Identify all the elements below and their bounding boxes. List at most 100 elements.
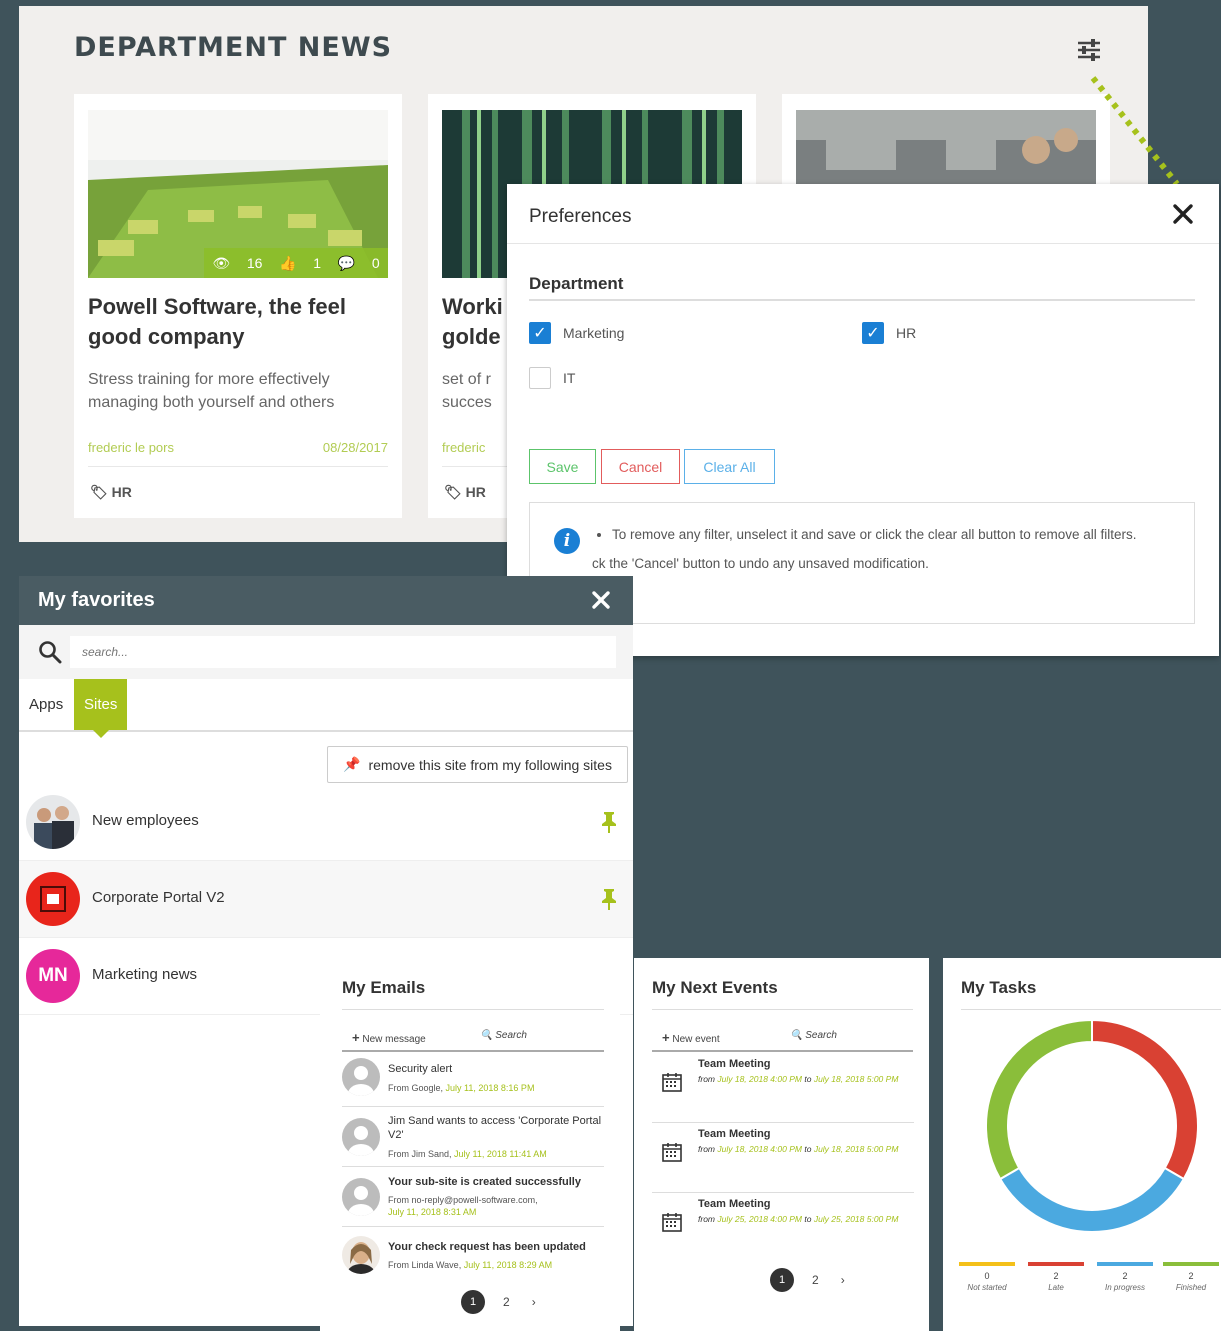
event-date: from July 18, 2018 4:00 PM to July 18, 2…: [698, 1144, 908, 1155]
clear-all-button[interactable]: Clear All: [684, 449, 775, 484]
page-1[interactable]: 1: [461, 1290, 485, 1314]
site-name[interactable]: New employees: [92, 812, 199, 829]
checkbox-unchecked-icon[interactable]: [529, 367, 551, 389]
new-event-button[interactable]: + New event: [662, 1030, 720, 1045]
legend-in-progress: 2 In progress: [1095, 1262, 1155, 1292]
widget-title: My Tasks: [961, 978, 1037, 997]
event-title: Team Meeting: [698, 1198, 771, 1210]
list-item[interactable]: Security alert From Google, July 11, 201…: [342, 1058, 604, 1107]
donut-slice-finished[interactable]: [985, 1018, 1093, 1181]
site-name[interactable]: Corporate Portal V2: [92, 889, 225, 906]
legend-label: Not started: [967, 1283, 1007, 1292]
legend-label: Late: [1048, 1283, 1064, 1292]
tag-label: HR: [111, 484, 132, 500]
event-from-word: from: [698, 1144, 715, 1154]
legend-count: 2: [1188, 1271, 1194, 1281]
next-page-icon[interactable]: ›: [532, 1295, 536, 1309]
email-sender: From Jim Sand,: [388, 1149, 452, 1159]
email-sender: From Linda Wave,: [388, 1260, 462, 1270]
list-item[interactable]: Team Meeting from July 25, 2018 4:00 PM …: [652, 1192, 914, 1262]
email-subject: Security alert: [388, 1063, 453, 1075]
pin-icon[interactable]: [601, 811, 617, 833]
cancel-button[interactable]: Cancel: [601, 449, 680, 484]
news-card-title[interactable]: Worki golde: [442, 292, 503, 352]
save-button[interactable]: Save: [529, 449, 596, 484]
news-title: DEPARTMENT NEWS: [74, 32, 393, 63]
pagination: 1 2 ›: [770, 1268, 845, 1292]
list-item[interactable]: Your sub-site is created successfully Fr…: [342, 1168, 604, 1227]
avatar: [342, 1058, 380, 1096]
page-2[interactable]: 2: [503, 1295, 510, 1309]
legend-color-late: [1028, 1262, 1084, 1266]
checkbox-it[interactable]: IT: [529, 367, 575, 389]
search-label: Search: [805, 1030, 837, 1041]
legend-label: In progress: [1104, 1283, 1146, 1292]
tab-apps[interactable]: Apps: [19, 679, 73, 730]
my-next-events-widget: My Next Events + New event 🔍 Search Team…: [634, 958, 929, 1331]
tag-icon: 🏷: [90, 484, 112, 500]
legend-count: 2: [1053, 1271, 1059, 1281]
close-icon[interactable]: [1171, 202, 1195, 226]
legend-label: Finished: [1175, 1283, 1207, 1292]
favorites-header: My favorites: [19, 576, 633, 625]
legend-not-started: 0 Not started: [957, 1262, 1017, 1292]
news-card-author[interactable]: frederic: [442, 440, 485, 455]
list-item[interactable]: New employees: [19, 784, 633, 861]
tab-sites[interactable]: Sites: [74, 679, 128, 738]
like-icon: 👍: [279, 254, 297, 271]
donut-slice-late[interactable]: [1091, 1018, 1199, 1181]
list-item[interactable]: Team Meeting from July 18, 2018 4:00 PM …: [652, 1122, 914, 1193]
dotted-connector: [1090, 76, 1180, 186]
list-item[interactable]: Jim Sand wants to access 'Corporate Port…: [342, 1108, 604, 1167]
event-to-word: to: [804, 1074, 812, 1084]
remove-site-label: remove this site from my following sites: [368, 756, 612, 773]
views-count: 16: [246, 255, 263, 271]
avatar: MN: [26, 949, 80, 1003]
list-item[interactable]: Your check request has been updated From…: [342, 1228, 604, 1278]
search-icon: 🔍: [790, 1030, 803, 1041]
checkbox-checked-icon[interactable]: ✓: [529, 322, 551, 344]
event-end: July 18, 2018 5:00 PM: [813, 1074, 899, 1084]
list-item[interactable]: Corporate Portal V2: [19, 861, 633, 938]
email-date: July 11, 2018 8:29 AM: [463, 1260, 553, 1270]
page-1[interactable]: 1: [770, 1268, 794, 1292]
site-name[interactable]: Marketing news: [92, 966, 197, 983]
new-message-button[interactable]: + New message: [352, 1030, 426, 1045]
close-icon[interactable]: [591, 590, 611, 610]
email-date: July 11, 2018 11:41 AM: [454, 1149, 547, 1159]
info-icon: i: [554, 528, 580, 554]
event-to-word: to: [804, 1214, 812, 1224]
pin-icon[interactable]: [601, 888, 617, 910]
search-button[interactable]: 🔍 Search: [480, 1030, 527, 1041]
search-icon: 🔍: [480, 1030, 493, 1041]
news-card-tag[interactable]: 🏷 HR: [444, 484, 486, 501]
pin-icon: 📌: [343, 756, 361, 772]
search-button[interactable]: 🔍 Search: [790, 1030, 837, 1041]
legend-color-not-started: [959, 1262, 1015, 1266]
search-input[interactable]: [70, 636, 616, 668]
department-label: Department: [529, 274, 624, 293]
legend-late: 2 Late: [1026, 1262, 1086, 1292]
checkbox-marketing[interactable]: ✓ Marketing: [529, 322, 624, 344]
filter-settings-icon[interactable]: [1076, 38, 1102, 62]
list-item[interactable]: Team Meeting from July 18, 2018 4:00 PM …: [652, 1052, 914, 1123]
news-card-tag[interactable]: 🏷 HR: [90, 484, 132, 501]
legend-count: 0: [984, 1271, 990, 1281]
page-2[interactable]: 2: [812, 1273, 819, 1287]
search-icon[interactable]: [38, 640, 62, 664]
checkbox-checked-icon[interactable]: ✓: [862, 322, 884, 344]
news-card-author[interactable]: frederic le pors: [88, 440, 174, 455]
news-card-stats: 👁 16 👍 1 💬 0: [204, 248, 388, 278]
tasks-donut-chart: [985, 1018, 1199, 1233]
legend-color-finished: [1163, 1262, 1219, 1266]
next-page-icon[interactable]: ›: [841, 1273, 845, 1287]
remove-site-button[interactable]: 📌 remove this site from my following site…: [327, 746, 628, 783]
news-card-title[interactable]: Powell Software, the feel good company: [88, 292, 378, 352]
donut-slice-in-progress[interactable]: [998, 1166, 1186, 1233]
email-from: From no-reply@powell-software.com, July 1…: [388, 1194, 602, 1218]
preferences-title: Preferences: [529, 206, 632, 227]
news-card-1[interactable]: 👁 16 👍 1 💬 0 Powell Software, the feel good…: [74, 94, 402, 518]
widget-title: My Next Events: [652, 978, 778, 997]
checkbox-hr[interactable]: ✓ HR: [862, 322, 916, 344]
event-start: July 18, 2018 4:00 PM: [717, 1144, 802, 1154]
